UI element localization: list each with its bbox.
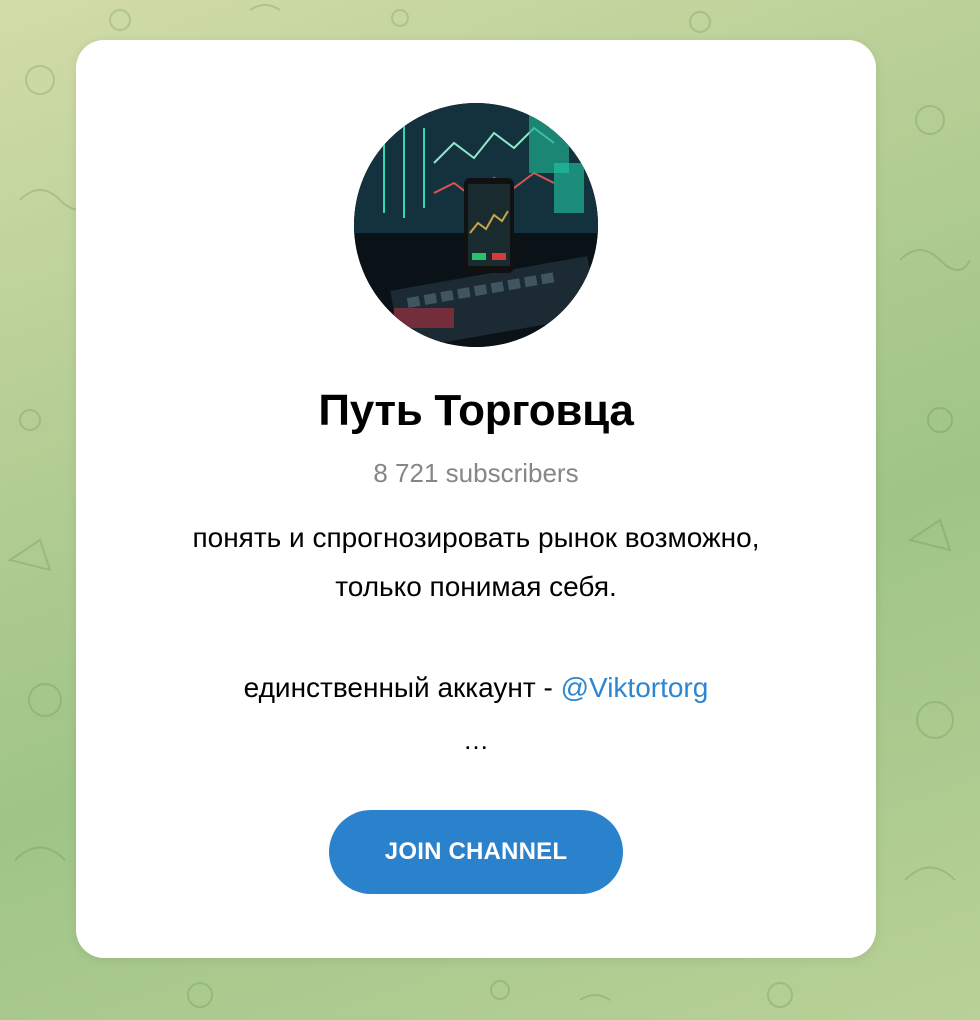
trading-setup-photo-icon [354, 103, 598, 347]
channel-card: Путь Торговца 8 721 subscribers понять и… [76, 40, 876, 958]
channel-title: Путь Торговца [318, 386, 634, 435]
join-channel-button[interactable]: JOIN CHANNEL [329, 810, 623, 894]
account-prefix: единственный аккаунт - [243, 672, 561, 703]
subscriber-count: 8 721 subscribers [373, 458, 579, 488]
description-ellipsis: … [463, 725, 489, 755]
description-line-1: понять и спрогнозировать рынок возможно, [192, 522, 760, 553]
description-line-2: только понимая себя. [335, 571, 617, 602]
account-link[interactable]: @Viktortorg [561, 672, 709, 703]
account-line: единственный аккаунт - @Viktortorg [76, 671, 876, 705]
channel-avatar [354, 103, 598, 347]
